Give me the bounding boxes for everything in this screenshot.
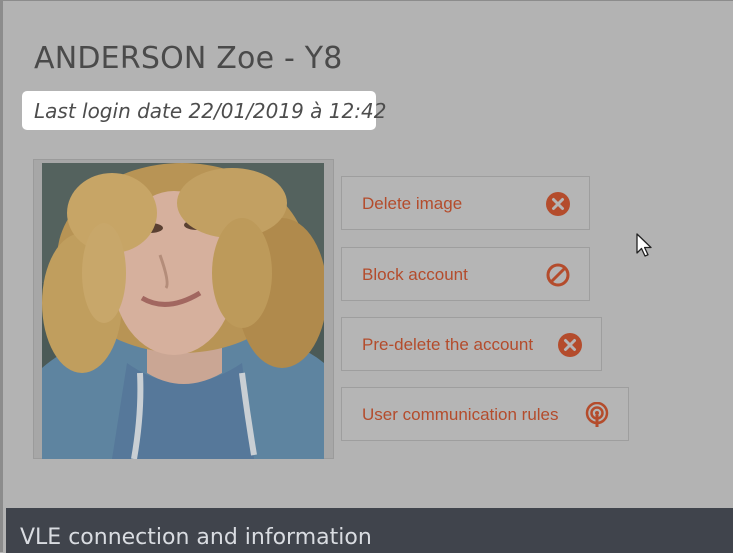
section-header-bar[interactable]: VLE connection and information (6, 508, 733, 553)
delete-image-label: Delete image (362, 194, 463, 213)
ban-icon (545, 262, 571, 288)
block-account-label: Block account (362, 265, 468, 284)
last-login-text: Last login date 22/01/2019 à 12:42 (34, 99, 387, 123)
section-title: VLE connection and information (20, 525, 372, 550)
pre-delete-account-button[interactable]: Pre-delete the account (341, 317, 602, 371)
user-communication-rules-button[interactable]: User communication rules (341, 387, 629, 441)
block-account-button[interactable]: Block account (341, 247, 590, 301)
page-title: ANDERSON Zoe - Y8 (34, 41, 343, 76)
profile-photo-frame (33, 159, 334, 459)
circle-x-icon (545, 191, 571, 217)
profile-photo-image (42, 163, 324, 459)
circle-x-icon (557, 332, 583, 358)
profile-photo (42, 163, 324, 459)
user-communication-rules-label: User communication rules (362, 405, 559, 424)
page-frame: ANDERSON Zoe - Y8 Last login date 22/01/… (0, 0, 733, 553)
delete-image-button[interactable]: Delete image (341, 176, 590, 230)
pre-delete-account-label: Pre-delete the account (362, 335, 534, 354)
broadcast-icon (584, 401, 610, 428)
mouse-cursor-icon (636, 233, 654, 263)
last-login-highlight: Last login date 22/01/2019 à 12:42 (22, 91, 386, 130)
